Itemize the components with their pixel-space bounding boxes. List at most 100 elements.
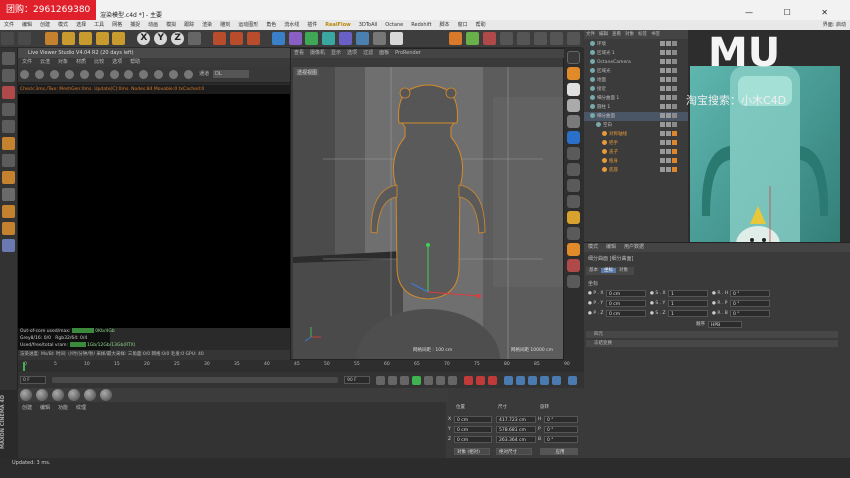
material-menu-item[interactable]: 纹理 <box>72 405 90 411</box>
points-mode-icon[interactable] <box>2 103 15 116</box>
material-ball[interactable] <box>36 389 48 401</box>
coord-b-rot[interactable]: 0 ° <box>544 436 578 443</box>
object-tags[interactable] <box>660 95 684 102</box>
undo-icon[interactable] <box>1 32 14 45</box>
object-row[interactable]: 空白 <box>584 121 688 130</box>
menu-item-7[interactable]: 捕捉 <box>126 20 144 30</box>
camera-icon[interactable] <box>373 32 387 45</box>
object-tags[interactable] <box>660 59 684 66</box>
object-tags[interactable] <box>660 167 684 174</box>
key-pla-icon[interactable] <box>552 376 561 385</box>
live-viewer-menu-item[interactable]: 对象 <box>54 59 72 65</box>
object-row[interactable]: 圆柱 1 <box>584 103 688 112</box>
coord-z-size[interactable]: 263.364 cm <box>496 436 536 443</box>
render-view-icon[interactable] <box>212 32 226 45</box>
tag-icon[interactable] <box>660 131 665 136</box>
restart-render-icon[interactable] <box>34 70 44 79</box>
tag-icon[interactable] <box>666 131 671 136</box>
object-row[interactable]: 环境 <box>584 40 688 49</box>
scale-tool-icon[interactable] <box>78 32 92 45</box>
region-render-icon[interactable] <box>124 70 134 79</box>
lock-icon[interactable] <box>79 70 89 79</box>
object-row[interactable]: 盖子 <box>584 148 688 157</box>
object-row[interactable]: 接近 <box>584 85 688 94</box>
tag-icon[interactable] <box>672 158 677 163</box>
viewport-menu-item[interactable]: 过滤 <box>360 50 376 56</box>
tag-icon[interactable] <box>666 50 671 55</box>
tag-icon[interactable] <box>672 95 677 100</box>
prev-key-icon[interactable] <box>388 376 397 385</box>
menu-item-23[interactable]: 帮助 <box>472 20 490 30</box>
coord-mode-select[interactable]: 对象 (相对) <box>454 448 490 455</box>
object-tags[interactable] <box>660 113 684 120</box>
plugin-c-icon[interactable] <box>533 32 547 45</box>
rotate-tool-icon[interactable] <box>95 32 109 45</box>
start-frame-field[interactable]: 0 F <box>20 376 46 384</box>
x-axis-lock-button[interactable]: X <box>137 32 151 45</box>
s-x-field[interactable]: 1 <box>668 290 708 297</box>
tag-icon[interactable] <box>666 167 671 172</box>
attribute-tab[interactable]: 模式 <box>584 244 602 250</box>
material-ball[interactable] <box>84 389 96 401</box>
prev-frame-icon[interactable] <box>400 376 409 385</box>
tag-icon[interactable] <box>666 41 671 46</box>
menu-item-21[interactable]: 脚本 <box>436 20 454 30</box>
texture-mode-icon[interactable] <box>2 69 15 82</box>
coord-y-pos[interactable]: 0 cm <box>454 426 492 433</box>
viewport-menu-item[interactable]: 面板 <box>376 50 392 56</box>
object-manager-menu-item[interactable]: 文件 <box>584 32 597 37</box>
grid-icon[interactable] <box>2 239 15 252</box>
material-ball[interactable] <box>100 389 112 401</box>
coord-h-rot[interactable]: 0 ° <box>544 416 578 423</box>
tag-icon[interactable] <box>672 149 677 154</box>
redshift-icon[interactable] <box>482 32 496 45</box>
timeline-range-slider[interactable] <box>52 377 338 383</box>
snap-icon[interactable] <box>2 188 15 201</box>
coordinate-system-icon[interactable] <box>188 32 202 45</box>
tag-icon[interactable] <box>672 140 677 145</box>
coord-z-pos[interactable]: 0 cm <box>454 436 492 443</box>
object-row[interactable]: 底座 <box>584 166 688 175</box>
object-tags[interactable] <box>660 131 684 138</box>
live-viewer-menu-item[interactable]: 比较 <box>90 59 108 65</box>
make-editable-icon[interactable] <box>2 52 15 65</box>
octane-sphere-icon[interactable] <box>567 99 580 112</box>
next-key-icon[interactable] <box>436 376 445 385</box>
menu-item-3[interactable]: 模式 <box>54 20 72 30</box>
object-row[interactable]: 细分曲面 <box>584 112 688 121</box>
material-ball[interactable] <box>52 389 64 401</box>
menu-item-12[interactable]: 雕刻 <box>216 20 234 30</box>
redo-icon[interactable] <box>17 32 31 45</box>
save-image-icon[interactable] <box>169 70 179 79</box>
object-manager-menu-item[interactable]: 对象 <box>623 32 636 37</box>
tag-icon[interactable] <box>660 77 665 82</box>
tag-icon[interactable] <box>672 41 677 46</box>
material-menu-item[interactable]: 创建 <box>18 405 36 411</box>
viewport-menu-item[interactable]: 显示 <box>328 50 344 56</box>
object-tags[interactable] <box>660 86 684 93</box>
octane-brush-icon[interactable] <box>567 259 580 272</box>
plugin-a-icon[interactable] <box>499 32 513 45</box>
object-row[interactable]: 区域光 1 <box>584 49 688 58</box>
object-tags[interactable] <box>660 50 684 57</box>
object-tags[interactable] <box>660 68 684 75</box>
object-row[interactable]: 细分曲面 1 <box>584 94 688 103</box>
object-tags[interactable] <box>660 77 684 84</box>
object-row[interactable]: 瓶身 <box>584 157 688 166</box>
polygons-mode-icon[interactable] <box>2 137 15 150</box>
psr-icon[interactable] <box>567 211 580 224</box>
object-tags[interactable] <box>660 41 684 48</box>
cloner-icon[interactable] <box>322 32 336 45</box>
menu-item-4[interactable]: 选择 <box>72 20 90 30</box>
r-p-field[interactable]: 0 ° <box>730 300 770 307</box>
select-tool-icon[interactable] <box>44 32 58 45</box>
plugin-e-icon[interactable] <box>567 32 581 45</box>
coord-p-rot[interactable]: 0 ° <box>544 426 578 433</box>
octane-light-icon[interactable] <box>567 83 580 96</box>
recent-tool-icon[interactable] <box>112 32 126 45</box>
material-ball[interactable] <box>20 389 32 401</box>
tag-icon[interactable] <box>666 158 671 163</box>
menu-item-2[interactable]: 创建 <box>36 20 54 30</box>
object-tags[interactable] <box>660 158 684 165</box>
key-param-icon[interactable] <box>540 376 549 385</box>
